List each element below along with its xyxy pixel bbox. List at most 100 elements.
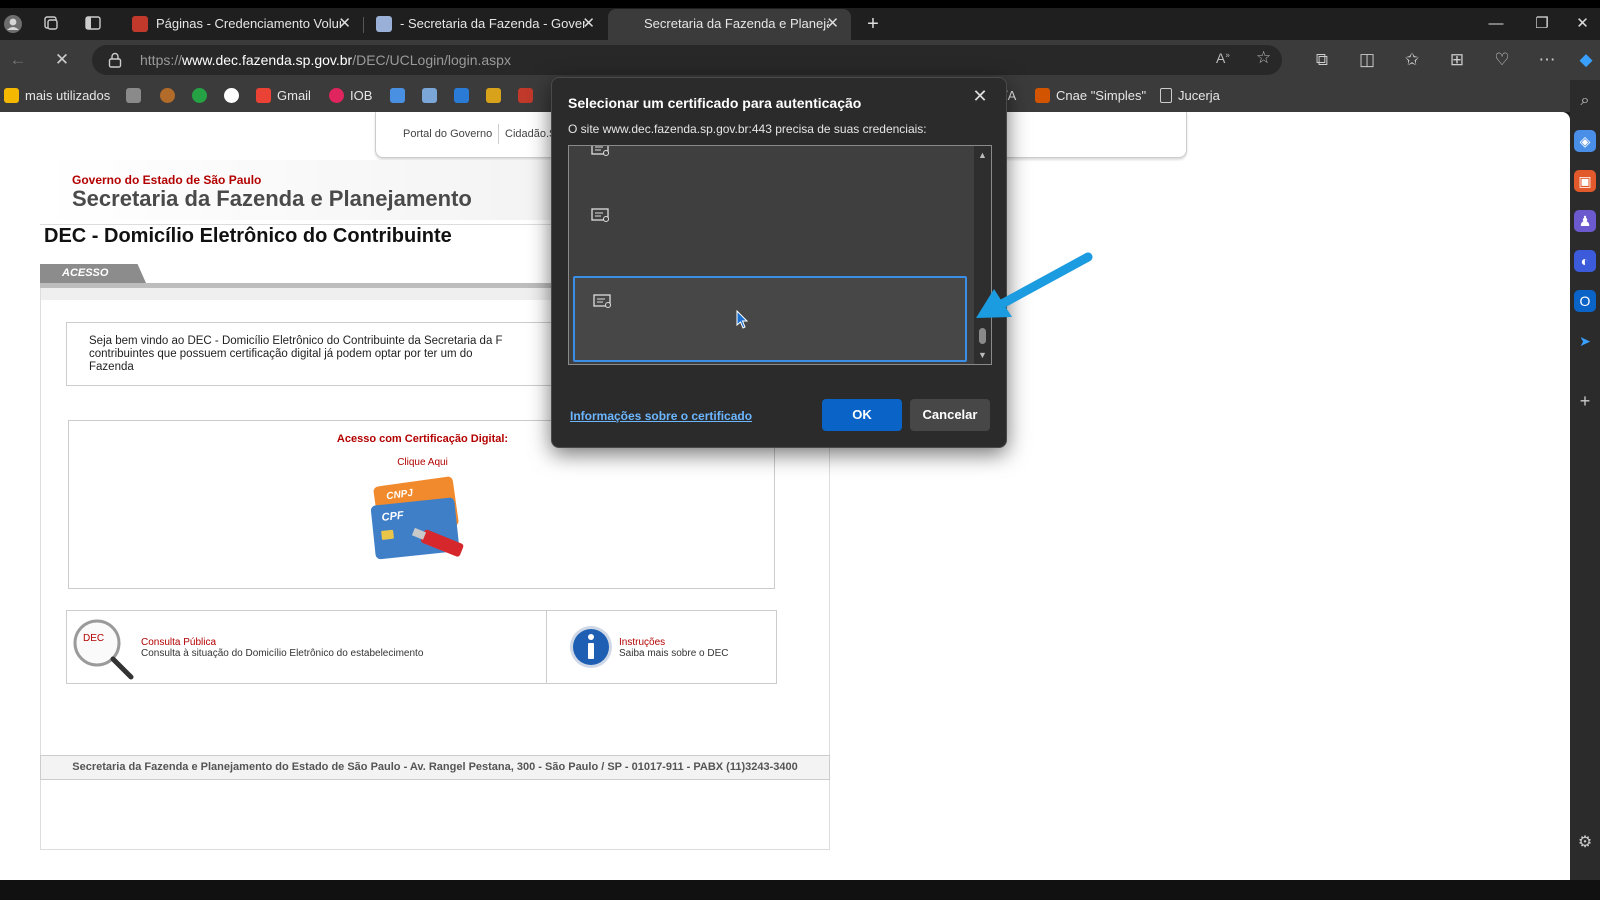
certificate-cards-icon[interactable]: CNPJ CPF [369,473,469,569]
more-menu-icon[interactable]: ⋯ [1535,49,1559,71]
portal-governo-link[interactable]: Portal do Governo [403,128,492,140]
bottom-band [0,880,1600,900]
links-divider [546,611,547,683]
restore-icon[interactable]: ❐ [1519,10,1565,38]
bookmark-jucerja[interactable]: Jucerja [1160,87,1220,105]
folder-icon [4,88,19,103]
tab-title: - Secretaria da Fazenda - Govern [400,16,585,31]
minimize-icon[interactable]: — [1473,10,1519,38]
cnae-icon [1035,88,1050,103]
bookmark-icon-11[interactable] [518,87,539,105]
edge-sidebar: ⌕ ◈ ▣ ♟ ◐ O ➤ + ⚙ [1570,80,1600,880]
extensions-icon[interactable]: ⧉ [1310,49,1334,71]
certificate-item-selected[interactable] [573,276,967,362]
profile-icon[interactable] [2,14,24,34]
site-header: Governo do Estado de São Paulo Secretari… [42,160,562,220]
url-text[interactable]: https://www.dec.fazenda.sp.gov.br/DEC/UC… [140,52,511,68]
favorite-star-icon[interactable]: ☆ [1256,48,1271,68]
bookmark-cnae-simples[interactable]: Cnae "Simples" [1035,87,1146,105]
certificate-item[interactable] [569,146,972,166]
tab-2[interactable]: - Secretaria da Fazenda - Govern ✕ [364,9,607,40]
bookmark-icon-10[interactable] [486,87,507,105]
url-scheme: https:// [140,52,183,68]
annotation-arrow-icon [976,252,1093,318]
certificate-item[interactable] [569,196,972,256]
tab-favicon [132,16,148,32]
send-icon[interactable]: ➤ [1574,330,1596,352]
mail-icon [126,88,141,103]
plus-icon[interactable]: + [862,14,884,34]
certificate-list[interactable]: ▲ ▼ [568,145,992,365]
bookmark-icon-4[interactable] [224,87,245,105]
lock-icon[interactable] [108,52,122,68]
bookmark-gmail[interactable]: Gmail [256,87,311,105]
close-tab-icon[interactable]: ✕ [582,9,595,39]
info-icon[interactable] [569,625,613,669]
instrucoes-desc: Saiba mais sobre o DEC [619,648,729,659]
instrucoes-link[interactable]: Instruções [619,637,665,648]
workspaces-icon[interactable] [40,14,62,34]
search-icon[interactable]: ⌕ [1574,90,1596,112]
site-icon [454,88,469,103]
dialog-title: Selecionar um certificado para autentica… [568,95,862,111]
bookmark-icon-2[interactable] [160,87,181,105]
collections-icon[interactable]: ⊞ [1445,49,1469,71]
bookmark-label: IOB [350,88,373,103]
games-icon[interactable]: ♟ [1574,210,1596,232]
bookmark-icon-9[interactable] [454,87,475,105]
dialog-subtitle: O site www.dec.fazenda.sp.gov.br:443 pre… [568,122,927,136]
address-row: ← ✕ https://www.dec.fazenda.sp.gov.br/DE… [0,40,1600,80]
bookmark-icon-1[interactable] [126,87,147,105]
tools-icon[interactable]: ▣ [1574,170,1596,192]
vertical-tabs-icon[interactable] [82,14,104,34]
back-icon[interactable]: ← [6,49,30,71]
scroll-up-icon[interactable]: ▲ [974,148,991,162]
magnifier-icon[interactable]: DEC [71,617,135,681]
mouse-cursor-icon [736,310,749,329]
tab-acesso[interactable]: ACESSO [40,264,146,283]
tab-1[interactable]: Páginas - Credenciamento Volun ✕ [120,9,363,40]
browser-essentials-icon[interactable]: ♡ [1490,49,1514,71]
ok-button[interactable]: OK [822,399,902,431]
window-close-icon[interactable]: ✕ [1565,10,1600,38]
read-aloud-icon[interactable]: A» [1216,50,1230,66]
bookmark-iob[interactable]: IOB [329,87,372,105]
click-here-link[interactable]: Clique Aqui [69,457,776,468]
dialog-close-icon[interactable]: ✕ [968,84,992,108]
cidadao-link[interactable]: Cidadão.S [505,128,556,140]
cancel-button[interactable]: Cancelar [910,399,990,431]
copilot-icon[interactable]: ◆ [1574,49,1598,71]
links-row: DEC Consulta Pública Consulta à situação… [66,610,777,684]
welcome-line: Seja bem vindo ao DEC - Domicílio Eletrô… [89,335,503,347]
page-icon [1160,88,1172,103]
close-tab-icon[interactable]: ✕ [338,9,351,39]
office-icon[interactable]: ◐ [1574,250,1596,272]
welcome-line: Fazenda [89,361,134,373]
close-tab-icon[interactable]: ✕ [826,9,839,39]
outlook-icon[interactable]: O [1574,290,1596,312]
page-title: DEC - Domicílio Eletrônico do Contribuin… [40,224,600,252]
favorites-icon[interactable]: ✩ [1400,49,1424,71]
bookmark-mais-utilizados[interactable]: mais utilizados [4,87,110,105]
certificate-info-link[interactable]: Informações sobre o certificado [570,409,752,423]
scroll-thumb[interactable] [979,328,986,344]
site-icon [422,88,437,103]
gmail-icon [256,88,271,103]
bookmark-label: Cnae "Simples" [1056,88,1147,103]
tab-3-active[interactable]: Secretaria da Fazenda e Planejam ✕ [608,9,851,40]
bookmark-icon-7[interactable] [390,87,411,105]
state-label: Governo do Estado de São Paulo [72,173,262,187]
stop-loading-icon[interactable]: ✕ [50,49,74,71]
address-bar[interactable]: https://www.dec.fazenda.sp.gov.br/DEC/UC… [92,45,1282,75]
bookmark-icon-3[interactable] [192,87,213,105]
add-sidebar-icon[interactable]: + [1574,390,1596,412]
dec-badge: DEC [83,633,104,644]
shopping-icon[interactable]: ◈ [1574,130,1596,152]
iob-icon [329,88,344,103]
scroll-down-icon[interactable]: ▼ [974,348,991,362]
bookmark-icon-8[interactable] [422,87,443,105]
settings-gear-icon[interactable]: ⚙ [1574,832,1596,854]
split-screen-icon[interactable]: ◫ [1355,49,1379,71]
consulta-publica-link[interactable]: Consulta Pública [141,637,216,648]
calendar-icon [486,88,501,103]
